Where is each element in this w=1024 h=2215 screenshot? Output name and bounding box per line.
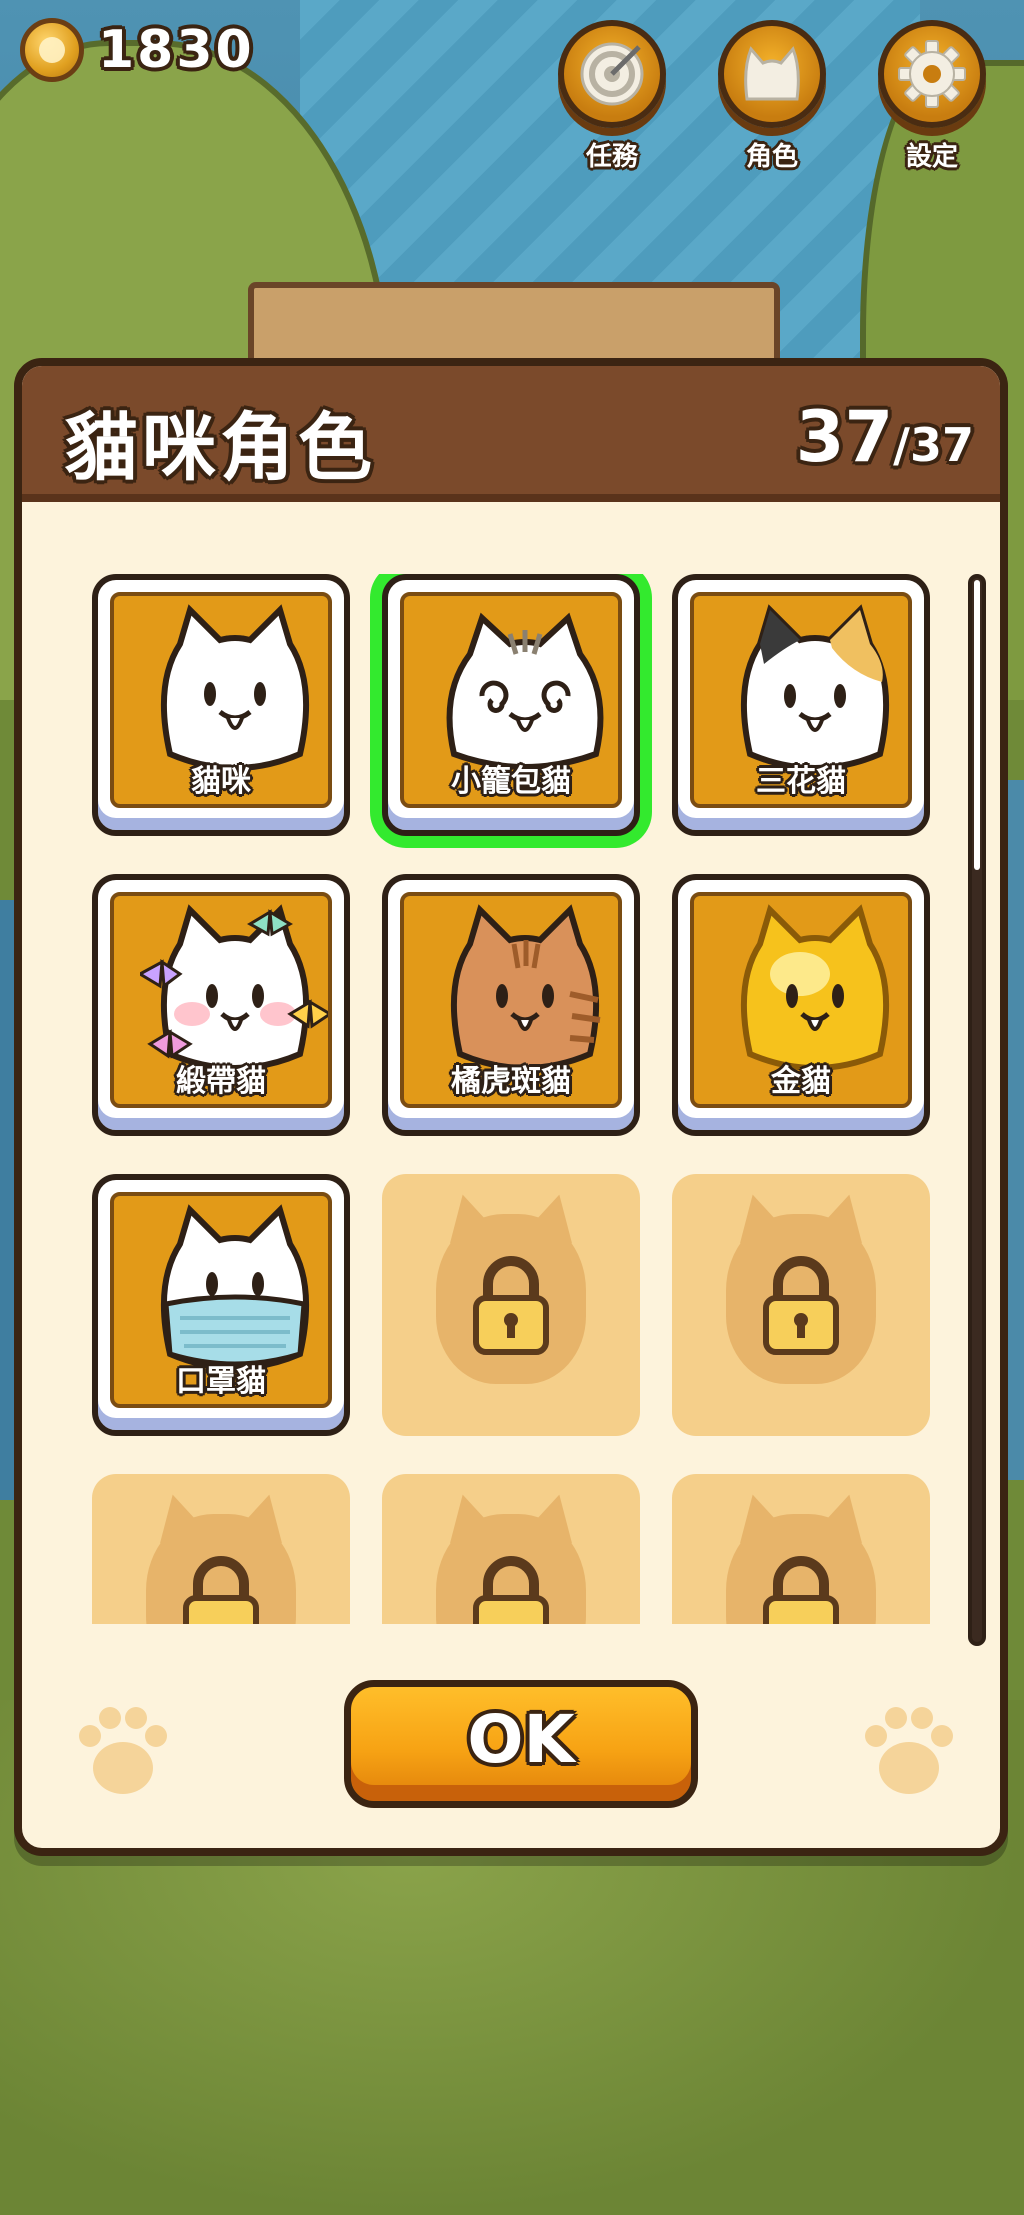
dialog-header: 貓咪角色 37/37 (22, 366, 1000, 502)
missions-button[interactable]: 任務 (556, 20, 668, 173)
character-tile-xiaolongbao-cat[interactable]: 小籠包貓 (382, 574, 640, 836)
grid-scrollbar[interactable] (968, 574, 986, 1646)
character-tile-ribbon-cat[interactable]: 緞帶貓 (92, 874, 350, 1136)
coin-counter: 1830 (20, 18, 255, 82)
coin-count: 1830 (98, 20, 255, 80)
characters-label: 角色 (745, 142, 798, 172)
character-tile-locked[interactable] (672, 1474, 930, 1624)
character-tile-orange-tabby-cat[interactable]: 橘虎斑貓 (382, 874, 640, 1136)
ok-button-label: OK (467, 1700, 575, 1778)
settings-label: 設定 (905, 142, 958, 172)
character-tile-locked[interactable] (672, 1174, 930, 1436)
character-tile-locked[interactable] (382, 1474, 640, 1624)
character-name: 小籠包貓 (451, 764, 571, 799)
character-tile-gold-cat[interactable]: 金貓 (672, 874, 930, 1136)
character-name: 三花貓 (756, 764, 846, 799)
lock-icon (763, 1256, 839, 1355)
dialog-title: 貓咪角色 (64, 405, 376, 491)
missions-label: 任務 (585, 142, 638, 172)
characters-button[interactable]: 角色 (716, 20, 828, 173)
unlock-count: 37/37 (796, 396, 974, 478)
character-name: 橘虎斑貓 (451, 1064, 571, 1099)
paw-print-icon (865, 1707, 953, 1794)
ok-button[interactable]: OK (344, 1680, 698, 1808)
paw-print-icon (79, 1707, 167, 1794)
character-name: 口罩貓 (176, 1364, 266, 1399)
coin-icon (20, 18, 84, 82)
character-tile-mask-cat[interactable]: 口罩貓 (92, 1174, 350, 1436)
character-select-dialog: 貓咪角色 37/37 貓咪 小籠包貓 三花貓 緞帶貓 橘虎斑貓 金貓 口罩貓 O… (14, 358, 1008, 1856)
unlock-count-total: /37 (893, 418, 974, 472)
character-tile-locked[interactable] (382, 1174, 640, 1436)
lock-icon (473, 1556, 549, 1624)
settings-button[interactable]: 設定 (876, 20, 988, 173)
character-name: 緞帶貓 (176, 1064, 266, 1099)
lock-icon (763, 1556, 839, 1624)
lock-icon (183, 1556, 259, 1624)
lock-icon (473, 1256, 549, 1355)
character-tile-calico-cat[interactable]: 三花貓 (672, 574, 930, 836)
character-tile-locked[interactable] (92, 1474, 350, 1624)
character-name: 金貓 (771, 1064, 831, 1099)
gear-icon (898, 40, 966, 108)
character-name: 貓咪 (191, 764, 251, 799)
unlock-count-current: 37 (795, 396, 894, 478)
character-grid-viewport: 貓咪 小籠包貓 三花貓 緞帶貓 橘虎斑貓 金貓 口罩貓 (92, 574, 962, 1624)
character-tile-cat[interactable]: 貓咪 (92, 574, 350, 836)
target-icon (580, 42, 644, 106)
cat-head-icon (744, 46, 800, 101)
scrollbar-thumb[interactable] (974, 580, 980, 870)
